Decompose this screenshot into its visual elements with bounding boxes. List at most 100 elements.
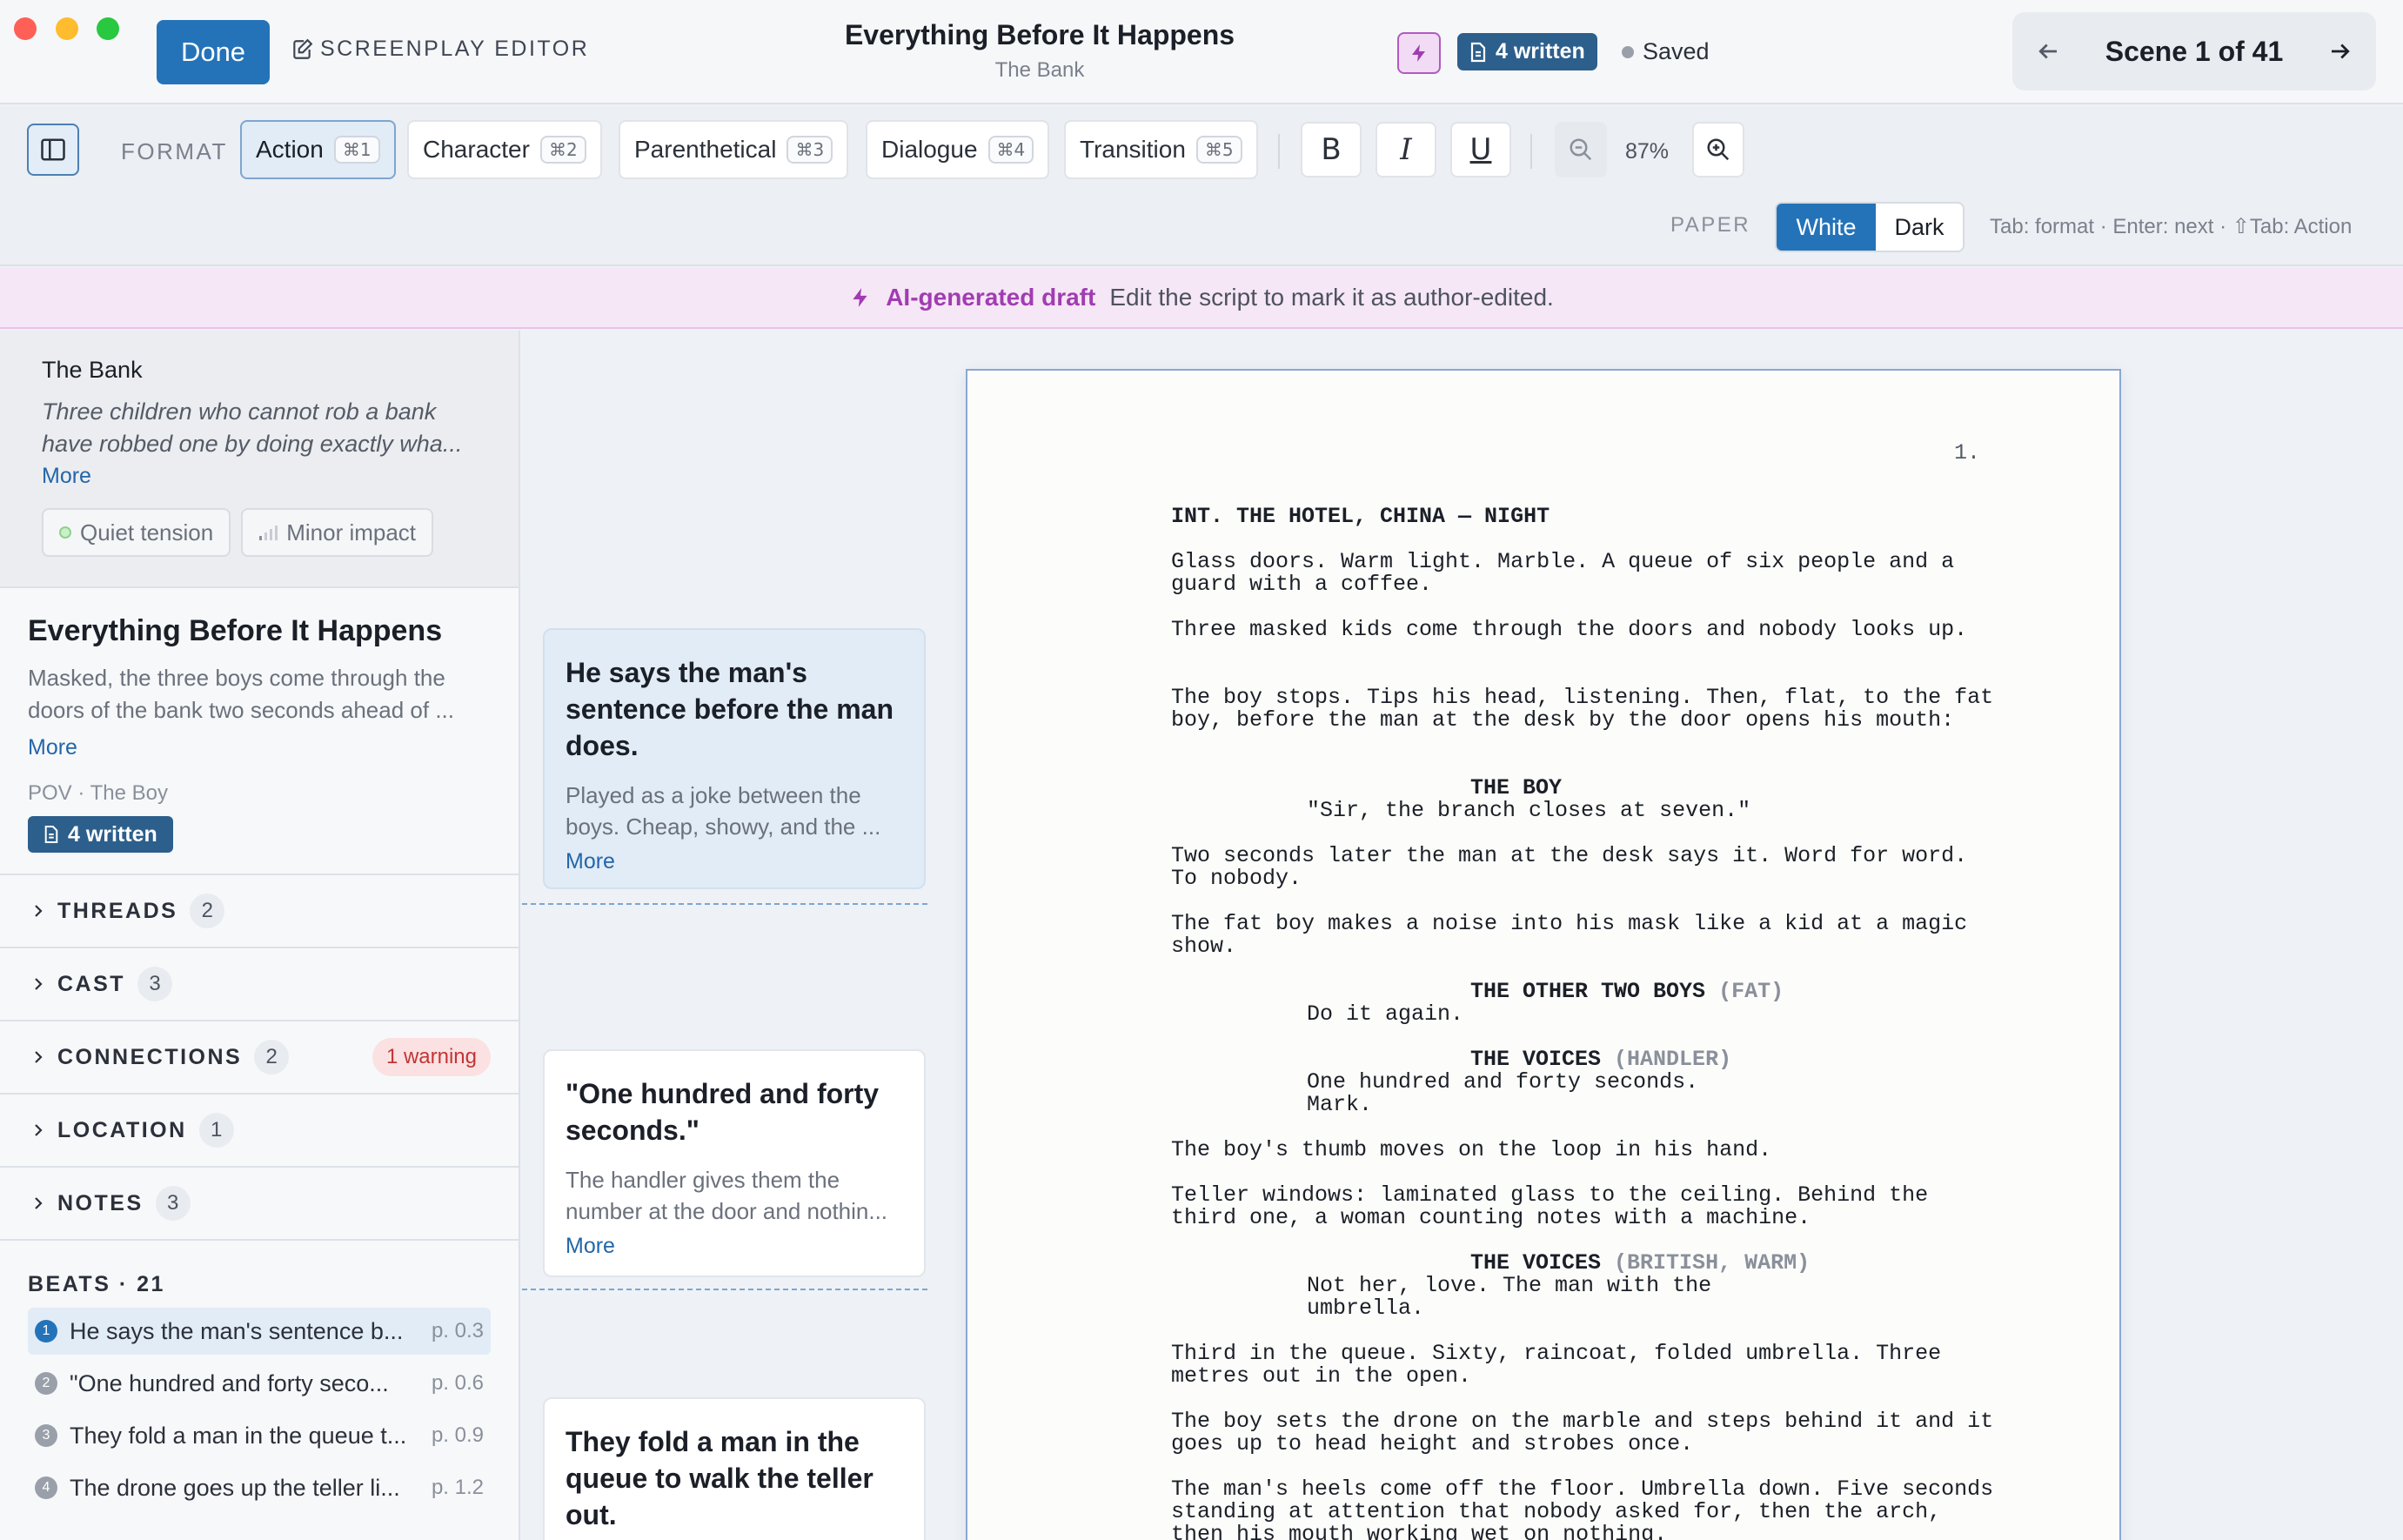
format-transition-button[interactable]: Transition ⌘5 bbox=[1064, 120, 1258, 179]
format-transition-shortcut: ⌘5 bbox=[1195, 136, 1242, 164]
dialogue-line[interactable]: "Sir, the branch closes at seven." bbox=[1307, 800, 1759, 822]
ai-draft-text: Edit the script to mark it as author-edi… bbox=[1109, 284, 1554, 311]
underline-button[interactable]: U bbox=[1450, 122, 1511, 177]
script-page[interactable]: 1. INT. THE HOTEL, CHINA — NIGHT Glass d… bbox=[966, 369, 2121, 1540]
section-location-count: 1 bbox=[198, 1113, 234, 1148]
beat-text: He says the man's sentence b... bbox=[70, 1317, 404, 1344]
action-line[interactable]: Glass doors. Warm light. Marble. A queue… bbox=[1171, 551, 2006, 596]
scene-more-link[interactable]: More bbox=[28, 735, 491, 760]
action-line[interactable]: The man's heels come off the floor. Umbr… bbox=[1171, 1478, 2006, 1540]
sidebar-toggle-button[interactable] bbox=[27, 124, 79, 176]
warning-badge[interactable]: 1 warning bbox=[371, 1038, 491, 1076]
story-description: Three children who cannot rob a bank hav… bbox=[42, 398, 463, 457]
story-chips: Quiet tension Minor impact bbox=[42, 508, 477, 557]
zoom-out-button[interactable] bbox=[1555, 122, 1607, 177]
format-character-button[interactable]: Character ⌘2 bbox=[407, 120, 602, 179]
beat-number: 2 bbox=[35, 1372, 57, 1395]
beat-divider bbox=[522, 1289, 927, 1290]
scene-summary-description: Masked, the three boys come through the … bbox=[28, 665, 454, 723]
format-parenthetical-button[interactable]: Parenthetical ⌘3 bbox=[619, 120, 849, 179]
edit-doc-icon bbox=[293, 38, 313, 59]
section-location[interactable]: LOCATION 1 bbox=[0, 1095, 519, 1168]
character-name: THE BOY bbox=[1470, 775, 1563, 800]
sidebar-icon bbox=[41, 138, 65, 161]
beat-card-more-link[interactable]: More bbox=[566, 1234, 903, 1259]
character-cue[interactable]: THE VOICES (HANDLER) bbox=[1470, 1048, 1731, 1071]
section-connections[interactable]: CONNECTIONS 2 1 warning bbox=[0, 1021, 519, 1095]
section-notes-label: NOTES bbox=[57, 1190, 144, 1215]
done-button[interactable]: Done bbox=[157, 20, 270, 84]
beat-item[interactable]: 1 He says the man's sentence b... p. 0.3 bbox=[28, 1308, 491, 1355]
action-line[interactable]: Third in the queue. Sixty, raincoat, fol… bbox=[1171, 1342, 2006, 1388]
tone-chip[interactable]: Quiet tension bbox=[42, 508, 231, 557]
scene-summary-title: Everything Before It Happens bbox=[28, 614, 443, 647]
beat-card-more-link[interactable]: More bbox=[566, 849, 903, 874]
character-cue[interactable]: THE VOICES (BRITISH, WARM) bbox=[1470, 1252, 1810, 1275]
scene-written-badge[interactable]: 4 written bbox=[28, 816, 173, 853]
italic-button[interactable]: I bbox=[1376, 122, 1436, 177]
paper-toggle: White Dark bbox=[1775, 202, 1965, 252]
character-cue[interactable]: THE BOY bbox=[1470, 777, 1562, 800]
arrow-left-icon[interactable] bbox=[2035, 38, 2061, 64]
format-action-button[interactable]: Action ⌘1 bbox=[240, 120, 396, 179]
beat-card[interactable]: They fold a man in the queue to walk the… bbox=[543, 1397, 926, 1540]
character-extension: (BRITISH, WARM) bbox=[1614, 1250, 1811, 1276]
beat-item[interactable]: 4 The drone goes up the teller li... p. … bbox=[28, 1464, 491, 1511]
section-cast[interactable]: CAST 3 bbox=[0, 948, 519, 1021]
format-dialogue-label: Dialogue bbox=[881, 136, 978, 163]
close-window-button[interactable] bbox=[14, 17, 37, 40]
dialogue-line[interactable]: Do it again. bbox=[1307, 1003, 1759, 1026]
written-badge[interactable]: 4 written bbox=[1457, 33, 1597, 70]
ai-draft-button[interactable] bbox=[1397, 32, 1441, 74]
document-icon bbox=[44, 826, 58, 843]
section-threads-count: 2 bbox=[190, 894, 225, 928]
format-dialogue-button[interactable]: Dialogue ⌘4 bbox=[866, 120, 1050, 179]
action-line[interactable]: The boy stops. Tips his head, listening.… bbox=[1171, 686, 2006, 732]
story-summary: The Bank Three children who cannot rob a… bbox=[0, 331, 519, 588]
action-line[interactable]: The boy sets the drone on the marble and… bbox=[1171, 1410, 2006, 1456]
scene-sidebar: The Bank Three children who cannot rob a… bbox=[0, 331, 520, 1540]
pov-label: POV · The Boy bbox=[28, 781, 168, 805]
beat-page: p. 0.6 bbox=[431, 1371, 484, 1395]
beat-card[interactable]: He says the man's sentence before the ma… bbox=[543, 628, 926, 889]
action-line[interactable]: Teller windows: laminated glass to the c… bbox=[1171, 1184, 2006, 1229]
bold-button[interactable]: B bbox=[1301, 122, 1362, 177]
beat-card[interactable]: "One hundred and forty seconds." The han… bbox=[543, 1049, 926, 1277]
scene-heading[interactable]: INT. THE HOTEL, CHINA — NIGHT bbox=[1171, 506, 2006, 528]
beat-number: 3 bbox=[35, 1424, 57, 1447]
zoom-in-button[interactable] bbox=[1692, 122, 1744, 177]
format-parenthetical-label: Parenthetical bbox=[634, 136, 777, 163]
story-more-link[interactable]: More bbox=[42, 464, 477, 489]
format-label: FORMAT bbox=[121, 138, 228, 164]
scene-title: Everything Before It Happens bbox=[844, 19, 1235, 50]
section-notes[interactable]: NOTES 3 bbox=[0, 1168, 519, 1241]
action-line[interactable]: Three masked kids come through the doors… bbox=[1171, 619, 2006, 641]
arrow-right-icon[interactable] bbox=[2327, 38, 2353, 64]
section-cast-count: 3 bbox=[137, 967, 173, 1001]
dialogue-line[interactable]: Not her, love. The man with the umbrella… bbox=[1307, 1275, 1759, 1320]
beat-item[interactable]: 2 "One hundred and forty seco... p. 0.6 bbox=[28, 1360, 491, 1407]
dot-icon bbox=[59, 526, 71, 539]
character-name: THE VOICES bbox=[1470, 1250, 1602, 1276]
section-location-label: LOCATION bbox=[57, 1117, 187, 1142]
action-line[interactable]: Two seconds later the man at the desk sa… bbox=[1171, 845, 2006, 890]
format-character-label: Character bbox=[423, 136, 530, 163]
zoom-window-button[interactable] bbox=[97, 17, 119, 40]
impact-chip[interactable]: Minor impact bbox=[241, 508, 434, 557]
character-name: THE VOICES bbox=[1470, 1047, 1602, 1072]
beat-item[interactable]: 3 They fold a man in the queue t... p. 0… bbox=[28, 1412, 491, 1459]
editor-label-text: SCREENPLAY EDITOR bbox=[320, 37, 590, 61]
character-cue[interactable]: THE OTHER TWO BOYS (FAT) bbox=[1470, 981, 1784, 1003]
dialogue-line[interactable]: One hundred and forty seconds. Mark. bbox=[1307, 1071, 1759, 1116]
beat-text: They fold a man in the queue t... bbox=[70, 1422, 407, 1449]
beat-number: 4 bbox=[35, 1476, 57, 1499]
section-threads[interactable]: THREADS 2 bbox=[0, 875, 519, 948]
minimize-window-button[interactable] bbox=[56, 17, 78, 40]
format-parenthetical-shortcut: ⌘3 bbox=[786, 136, 833, 164]
beats-header: BEATS · 21 bbox=[28, 1272, 165, 1296]
action-line[interactable]: The boy's thumb moves on the loop in his… bbox=[1171, 1139, 2006, 1162]
action-line[interactable]: The fat boy makes a noise into his mask … bbox=[1171, 913, 2006, 958]
paper-dark-option[interactable]: Dark bbox=[1876, 204, 1963, 251]
beat-text: "One hundred and forty seco... bbox=[70, 1369, 389, 1396]
paper-white-option[interactable]: White bbox=[1777, 204, 1876, 251]
